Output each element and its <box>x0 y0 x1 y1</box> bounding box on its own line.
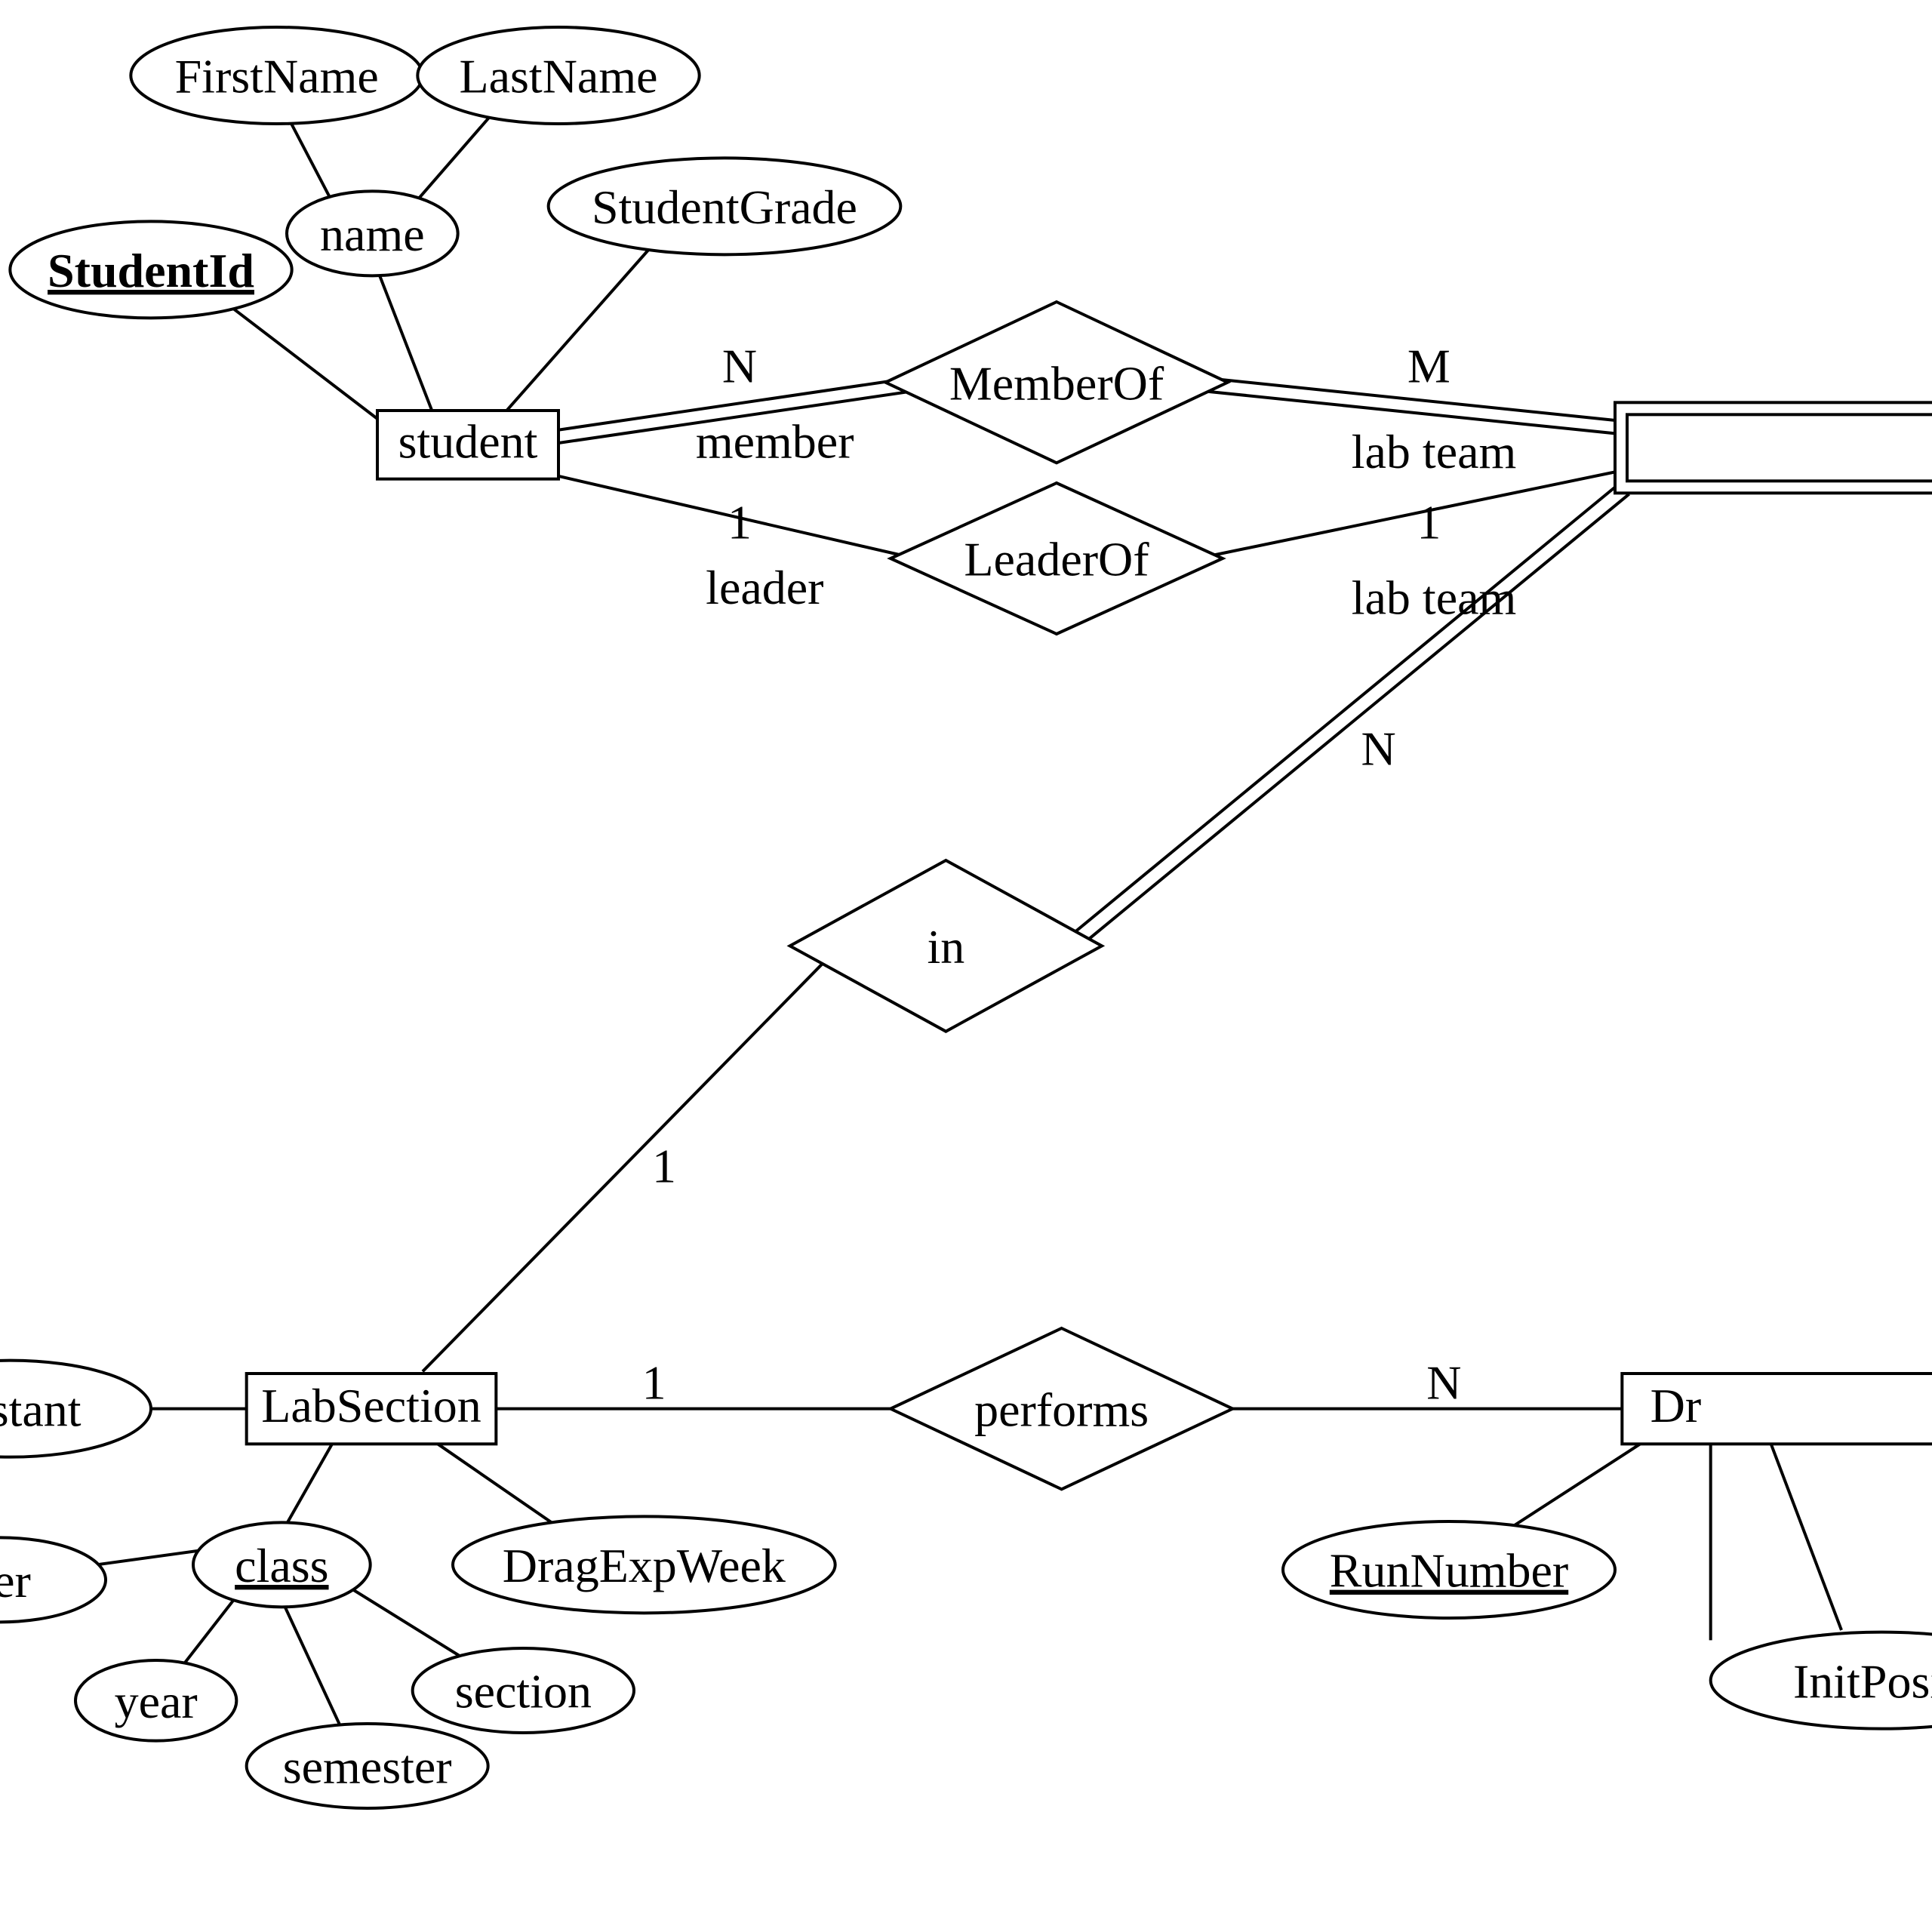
card-m-labteam-memberof: M <box>1407 340 1451 393</box>
entity-student-label: student <box>398 415 538 469</box>
attr-runnumber: RunNumber <box>1283 1521 1615 1618</box>
attr-number: ber <box>0 1537 106 1622</box>
attr-section-label: section <box>455 1665 592 1718</box>
rel-leaderof: LeaderOf <box>891 483 1223 634</box>
edge-leaderof-labteam <box>1198 471 1620 558</box>
attr-studentid-label: StudentId <box>48 244 254 297</box>
entity-labteam <box>1615 402 1932 493</box>
attr-number-label: ber <box>0 1554 31 1607</box>
role-labteam-memberof: lab team <box>1352 425 1517 478</box>
attr-initposition: InitPositi <box>1711 1632 1932 1729</box>
entity-dragexp: Dr <box>1622 1374 1932 1444</box>
rel-memberof: MemberOf <box>885 302 1227 463</box>
attr-dragexpweek: DragExpWeek <box>453 1516 835 1613</box>
attr-initposition-label: InitPositi <box>1793 1654 1932 1708</box>
attr-studentgrade-label: StudentGrade <box>592 180 857 234</box>
edge-in-labsection <box>423 961 825 1371</box>
attr-studentgrade: StudentGrade <box>549 158 901 254</box>
role-leader: leader <box>706 561 823 614</box>
rel-performs-label: performs <box>974 1383 1149 1436</box>
rel-in: in <box>790 860 1102 1032</box>
edge-student-name <box>372 257 432 413</box>
attr-runnumber-label: RunNumber <box>1330 1544 1568 1598</box>
attr-year: year <box>75 1660 236 1741</box>
attr-section: section <box>413 1648 634 1733</box>
rel-in-label: in <box>927 920 964 974</box>
attr-dragexpweek-label: DragExpWeek <box>503 1539 786 1592</box>
rel-memberof-label: MemberOf <box>949 356 1164 410</box>
attr-name: name <box>287 191 458 275</box>
entity-student: student <box>377 411 558 479</box>
edge-student-studentgrade <box>503 226 669 414</box>
er-diagram: FirstName LastName name StudentId Studen… <box>0 0 1932 1932</box>
attr-year-label: year <box>115 1675 198 1728</box>
card-n-student-memberof: N <box>722 340 757 393</box>
entity-dragexp-label: Dr <box>1651 1379 1702 1432</box>
role-labteam-leaderof: lab team <box>1352 571 1517 624</box>
attr-lastname-label: LastName <box>460 50 658 103</box>
card-n-labteam-in: N <box>1361 721 1396 775</box>
edge-class-semester <box>281 1600 347 1741</box>
attr-firstname: FirstName <box>131 27 423 124</box>
entity-labsection-label: LabSection <box>261 1379 481 1432</box>
card-1-labsection-in: 1 <box>652 1140 676 1193</box>
attr-name-label: name <box>320 208 425 261</box>
card-1-labsection-performs: 1 <box>642 1355 666 1409</box>
attr-class: class <box>193 1522 371 1607</box>
edge-student-studentid <box>211 292 383 423</box>
attr-studentid: StudentId <box>10 221 291 318</box>
attr-semester-label: semester <box>283 1740 452 1794</box>
attr-assistant-label: ssistant <box>0 1383 82 1436</box>
card-1-student-leaderof: 1 <box>728 495 752 549</box>
edge-dragexp-initpos-b <box>1771 1444 1841 1630</box>
rel-performs: performs <box>891 1328 1232 1489</box>
attr-lastname: LastName <box>417 27 699 124</box>
edge-labsection-class <box>281 1444 332 1532</box>
entity-labsection: LabSection <box>247 1374 497 1444</box>
attr-assistant: ssistant <box>0 1361 151 1457</box>
attr-semester: semester <box>247 1724 488 1808</box>
attr-class-label: class <box>235 1539 328 1592</box>
card-n-dragexp-performs: N <box>1426 1355 1461 1409</box>
card-1-labteam-leaderof: 1 <box>1417 495 1441 549</box>
attr-firstname-label: FirstName <box>175 50 379 103</box>
role-member: member <box>696 415 854 469</box>
rel-leaderof-label: LeaderOf <box>964 533 1149 586</box>
